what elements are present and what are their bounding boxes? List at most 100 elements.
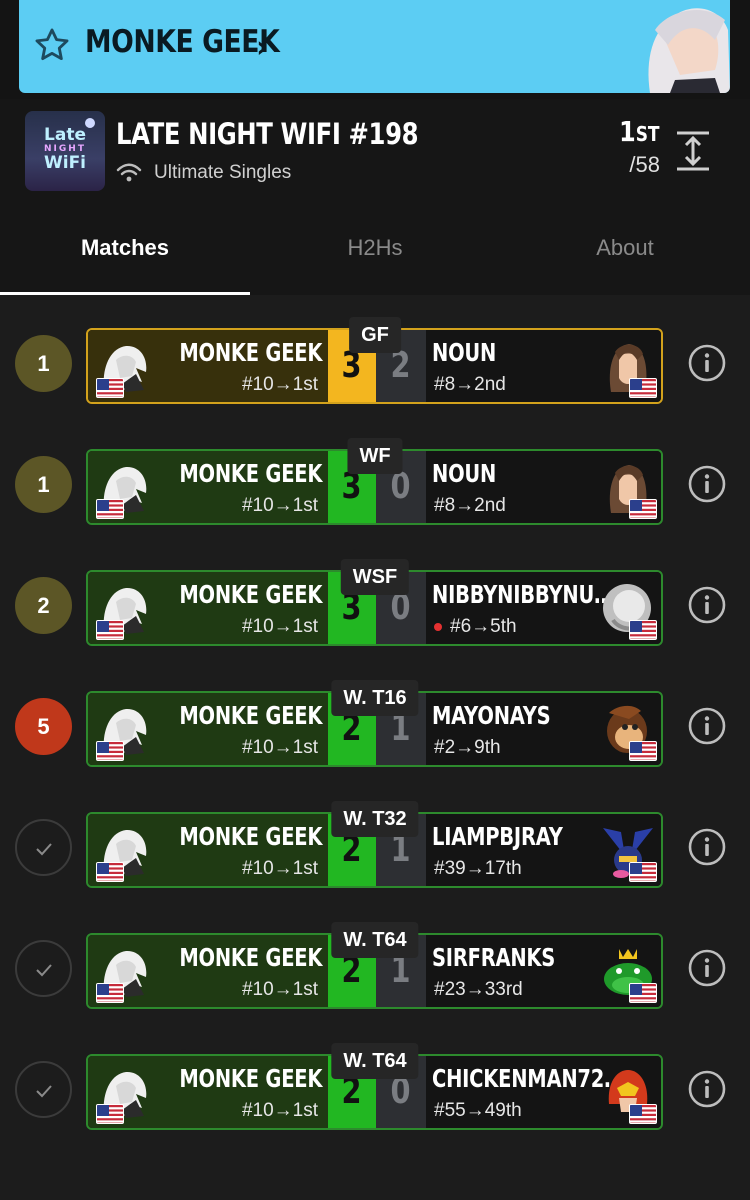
player1-seed: #10→1st <box>241 858 318 879</box>
player1-seed: #10→1st <box>241 616 318 637</box>
character-portrait <box>648 8 730 93</box>
chevron-right-icon: › <box>256 30 269 65</box>
brown-hair-character-icon <box>599 459 657 519</box>
tab-h2hs[interactable]: H2Hs <box>250 225 500 295</box>
player1-seed: #10→1st <box>241 1100 318 1121</box>
player1-panel: MONKE GEEK #10→1st <box>88 693 328 765</box>
event-game-label: Ultimate Singles <box>154 162 292 183</box>
logo-text-line3: WiFi <box>43 153 87 173</box>
info-icon[interactable] <box>687 585 727 625</box>
event-logo: Late NIGHT WiFi <box>25 111 105 191</box>
player2-seed: #2→9th <box>434 737 501 758</box>
player2-panel: NOUN #8→2nd <box>426 330 661 402</box>
match-row[interactable]: 1 MONKE GEEK #10→1st 3 2 NOUN #8→2nd GF <box>0 317 750 417</box>
player2-panel: SIRFRANKS #23→33rd <box>426 935 661 1007</box>
round-label: W. T32 <box>331 801 419 837</box>
player2-name: LIAMPBJRAY <box>432 822 563 851</box>
info-icon[interactable] <box>687 1069 727 1109</box>
round-label: W. T16 <box>331 680 419 716</box>
us-flag-icon <box>96 983 124 1003</box>
match-complete-badge <box>15 819 72 876</box>
matches-list: 1 MONKE GEEK #10→1st 3 2 NOUN #8→2nd GF … <box>0 295 750 1200</box>
player1-name: MONKE GEEK <box>179 943 322 972</box>
player2-seed: #23→33rd <box>434 979 523 1000</box>
match-row[interactable]: 2 MONKE GEEK #10→1st 3 0 NIBBYNIBBYNU… #… <box>0 559 750 659</box>
round-label: WF <box>347 438 403 474</box>
us-flag-icon <box>96 620 124 640</box>
us-flag-icon <box>96 862 124 882</box>
player1-name: MONKE GEEK <box>179 1064 322 1093</box>
us-flag-icon <box>629 741 657 761</box>
placement: 1ST /58 <box>600 115 660 178</box>
round-label: GF <box>349 317 401 353</box>
match-complete-badge <box>15 940 72 997</box>
info-icon[interactable] <box>687 706 727 746</box>
player1-seed: #10→1st <box>241 374 318 395</box>
player2-seed: #6→5th <box>434 616 517 638</box>
player2-seed: #39→17th <box>434 858 522 879</box>
player1-name: MONKE GEEK <box>179 459 322 488</box>
player1-panel: MONKE GEEK #10→1st <box>88 451 328 523</box>
entrant-count: /58 <box>629 152 660 177</box>
us-flag-icon <box>96 741 124 761</box>
banner-player-name: MONKE GEEK <box>85 24 280 60</box>
player1-character-icon <box>96 1064 154 1124</box>
player2-name: NOUN <box>432 459 497 488</box>
captain-falcon-character-icon <box>599 1064 657 1124</box>
us-flag-icon <box>96 1104 124 1124</box>
us-flag-icon <box>629 862 657 882</box>
player2-name: SIRFRANKS <box>432 943 556 972</box>
us-flag-icon <box>96 378 124 398</box>
us-flag-icon <box>629 620 657 640</box>
player2-seed: #8→2nd <box>434 374 506 395</box>
match-complete-badge <box>15 1061 72 1118</box>
us-flag-icon <box>96 499 124 519</box>
player1-panel: MONKE GEEK #10→1st <box>88 330 328 402</box>
silver-character-icon <box>599 580 657 640</box>
placement-rank: 1ST <box>619 115 660 148</box>
info-icon[interactable] <box>687 948 727 988</box>
player1-panel: MONKE GEEK #10→1st <box>88 1056 328 1128</box>
us-flag-icon <box>629 1104 657 1124</box>
player1-character-icon <box>96 701 154 761</box>
logo-text-line1: Late <box>44 125 86 145</box>
tab-matches[interactable]: Matches <box>0 225 250 295</box>
brown-hair-character-icon <box>599 338 657 398</box>
player1-name: MONKE GEEK <box>179 701 322 730</box>
tab-about[interactable]: About <box>500 225 750 295</box>
player1-name: MONKE GEEK <box>179 338 322 367</box>
player1-seed: #10→1st <box>241 979 318 1000</box>
player1-panel: MONKE GEEK #10→1st <box>88 814 328 886</box>
expand-vertical-icon[interactable] <box>673 129 713 173</box>
game-count-badge: 2 <box>15 577 72 634</box>
player-banner[interactable]: MONKE GEEK › <box>19 0 730 93</box>
wifi-icon <box>116 163 142 182</box>
match-row[interactable]: MONKE GEEK #10→1st 2 1 LIAMPBJRAY #39→17… <box>0 801 750 901</box>
info-icon[interactable] <box>687 827 727 867</box>
match-row[interactable]: 5 MONKE GEEK #10→1st 2 1 MAYONAYS #2→9th <box>0 680 750 780</box>
round-label: W. T64 <box>331 1043 419 1079</box>
round-label: W. T64 <box>331 922 419 958</box>
player2-seed: #8→2nd <box>434 495 506 516</box>
info-icon[interactable] <box>687 343 727 383</box>
event-title: LATE NIGHT WIFI #198 <box>116 117 419 151</box>
player2-name: MAYONAYS <box>432 701 551 730</box>
star-outline-icon[interactable] <box>33 26 71 64</box>
player1-seed: #10→1st <box>241 495 318 516</box>
player1-character-icon <box>96 943 154 1003</box>
player1-seed: #10→1st <box>241 737 318 758</box>
player2-name: CHICKENMAN72… <box>432 1064 624 1093</box>
us-flag-icon <box>629 983 657 1003</box>
round-label: WSF <box>340 559 410 595</box>
match-row[interactable]: MONKE GEEK #10→1st 2 1 SIRFRANKS #23→33r… <box>0 922 750 1022</box>
player2-seed: #55→49th <box>434 1100 522 1121</box>
info-icon[interactable] <box>687 464 727 504</box>
donkey-kong-character-icon <box>599 701 657 761</box>
player1-name: MONKE GEEK <box>179 822 322 851</box>
dq-indicator-dot <box>434 623 442 631</box>
game-count-badge: 1 <box>15 456 72 513</box>
match-row[interactable]: MONKE GEEK #10→1st 2 0 CHICKENMAN72… #55… <box>0 1043 750 1143</box>
us-flag-icon <box>629 499 657 519</box>
player2-panel: MAYONAYS #2→9th <box>426 693 661 765</box>
match-row[interactable]: 1 MONKE GEEK #10→1st 3 0 NOUN #8→2nd WF <box>0 438 750 538</box>
